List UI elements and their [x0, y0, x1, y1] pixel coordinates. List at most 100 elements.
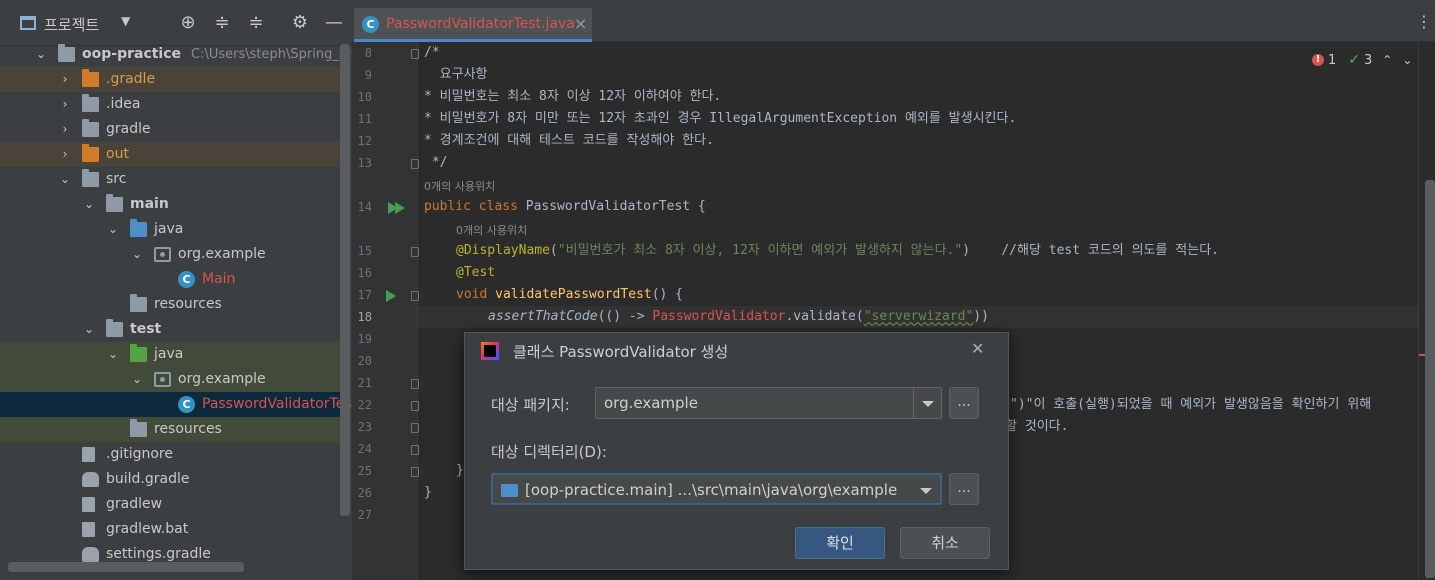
chevron-down-icon[interactable]: ⌄: [82, 320, 96, 338]
line-number[interactable]: 9: [352, 68, 372, 82]
tree-item-label: .gradle: [106, 71, 156, 87]
project-vertical-scrollbar[interactable]: [340, 44, 350, 516]
chevron-down-icon[interactable]: ▼: [121, 14, 130, 28]
line-number[interactable]: 21: [352, 376, 372, 390]
line-number[interactable]: 23: [352, 420, 372, 434]
chevron-right-icon[interactable]: ›: [58, 145, 72, 163]
inspection-widget[interactable]: ! 1 ✓ 3 ⌃ ⌄: [1312, 50, 1412, 70]
tree-item[interactable]: .gitignore: [0, 442, 340, 467]
line-number[interactable]: 17: [352, 288, 372, 302]
tree-item[interactable]: ⌄ java: [0, 217, 340, 242]
directory-select[interactable]: [oop-practice.main] ...\src\main\java\or…: [491, 473, 942, 505]
gear-icon[interactable]: ⚙: [288, 11, 312, 35]
chevron-down-icon[interactable]: ⌄: [106, 345, 120, 363]
project-panel-title[interactable]: 프로젝트: [44, 14, 99, 35]
line-number[interactable]: 13: [352, 156, 372, 170]
line-number[interactable]: 20: [352, 354, 372, 368]
chevron-down-icon[interactable]: ⌄: [58, 170, 72, 188]
usages-hint[interactable]: 0개의 사용위치: [456, 222, 527, 238]
expand-all-icon[interactable]: ≑: [210, 11, 234, 35]
hide-icon[interactable]: —: [322, 11, 346, 35]
tree-item-label: java: [154, 221, 184, 237]
folder-orange-icon: [82, 144, 99, 162]
line-number[interactable]: 14: [352, 200, 372, 214]
tree-item[interactable]: build.gradle: [0, 467, 340, 492]
folder-icon: [82, 119, 99, 137]
chevron-down-icon[interactable]: ⌄: [82, 195, 96, 213]
tree-item[interactable]: resources: [0, 292, 340, 317]
chevron-down-icon[interactable]: ⌄: [34, 45, 48, 63]
tree-item[interactable]: › .idea: [0, 92, 340, 117]
tree-item[interactable]: gradlew: [0, 492, 340, 517]
editor-gutter: 8 9 10 11 12 13 14 15 16 17 18 19 20 21 22 23 24 25 26 27: [352, 42, 419, 580]
line-number[interactable]: 19: [352, 332, 372, 346]
locate-icon[interactable]: ⊕: [176, 11, 200, 35]
chevron-down-icon[interactable]: ⌄: [1402, 53, 1412, 67]
chevron-up-icon[interactable]: ⌃: [1382, 53, 1392, 67]
tab-passwordvalidatortest[interactable]: C PasswordValidatorTest.java ×: [354, 8, 592, 42]
tree-item-label: gradle: [106, 121, 151, 137]
browse-directory-button[interactable]: ...: [949, 473, 979, 505]
project-horizontal-scrollbar[interactable]: [8, 562, 244, 572]
tree-item[interactable]: ⌄ src: [0, 167, 340, 192]
chevron-down-icon[interactable]: [912, 475, 940, 505]
tree-item[interactable]: C PasswordValidatorTest: [0, 392, 352, 417]
package-select[interactable]: org.example: [595, 387, 942, 419]
editor-vertical-scrollbar[interactable]: [1425, 180, 1435, 578]
module-folder-icon: [58, 44, 75, 62]
collapse-all-icon[interactable]: ≑: [244, 11, 268, 35]
code-line: */: [424, 152, 448, 174]
close-icon[interactable]: ✕: [971, 339, 984, 358]
chevron-down-icon[interactable]: ⌄: [130, 245, 144, 263]
tree-item[interactable]: C Main: [0, 267, 340, 292]
line-number[interactable]: 18: [352, 310, 372, 324]
tree-item-label: main: [130, 196, 169, 212]
test-resources-folder-icon: [130, 419, 147, 437]
annotation: @Test: [456, 265, 496, 280]
tree-item[interactable]: gradlew.bat: [0, 517, 340, 542]
tree-item[interactable]: ⌄ test: [0, 317, 340, 342]
tree-item[interactable]: › .gradle: [0, 67, 340, 92]
browse-package-button[interactable]: ...: [949, 387, 979, 419]
chevron-down-icon[interactable]: ⌄: [130, 370, 144, 388]
tree-item[interactable]: ⌄ org.example: [0, 367, 340, 392]
package-value: org.example: [604, 394, 698, 412]
tree-item[interactable]: › gradle: [0, 117, 340, 142]
close-icon[interactable]: ×: [574, 14, 587, 33]
chevron-right-icon[interactable]: ›: [58, 120, 72, 138]
tree-item-label: test: [130, 321, 162, 337]
intellij-logo-icon: [481, 342, 499, 360]
line-number[interactable]: 22: [352, 398, 372, 412]
chevron-down-icon[interactable]: [913, 388, 941, 418]
tree-item[interactable]: ⌄ main: [0, 192, 340, 217]
tree-item[interactable]: ⌄ org.example: [0, 242, 340, 267]
line-number[interactable]: 11: [352, 112, 372, 126]
chevron-down-icon[interactable]: ⌄: [106, 220, 120, 238]
code-line: @Test: [456, 262, 495, 284]
line-number[interactable]: 16: [352, 266, 372, 280]
line-number[interactable]: 8: [352, 46, 372, 60]
line-number[interactable]: 15: [352, 244, 372, 258]
line-number[interactable]: 26: [352, 486, 372, 500]
tree-item[interactable]: › out: [0, 142, 340, 167]
line-number[interactable]: 25: [352, 464, 372, 478]
chevron-right-icon[interactable]: ›: [58, 95, 72, 113]
tree-item[interactable]: resources: [0, 417, 340, 442]
error-count: 1: [1328, 52, 1337, 68]
chevron-right-icon[interactable]: ›: [58, 70, 72, 88]
line-number[interactable]: 24: [352, 442, 372, 456]
line-number[interactable]: 12: [352, 134, 372, 148]
comment-text: 요구사항: [424, 67, 488, 82]
package-icon: [154, 247, 171, 262]
tree-item[interactable]: ⌄ oop-practice C:\Users\steph\Spring_stud: [0, 42, 352, 67]
run-all-tests-icon[interactable]: [388, 202, 405, 214]
line-number[interactable]: 10: [352, 90, 372, 104]
ok-button[interactable]: 확인: [795, 527, 885, 559]
cancel-button[interactable]: 취소: [900, 527, 990, 559]
run-test-icon[interactable]: [386, 290, 396, 302]
usages-hint[interactable]: 0개의 사용위치: [424, 178, 495, 194]
more-options-icon[interactable]: ⋮: [1416, 12, 1432, 31]
line-number[interactable]: 27: [352, 508, 372, 522]
closing-brace: }: [456, 463, 464, 478]
tree-item[interactable]: ⌄ java: [0, 342, 340, 367]
